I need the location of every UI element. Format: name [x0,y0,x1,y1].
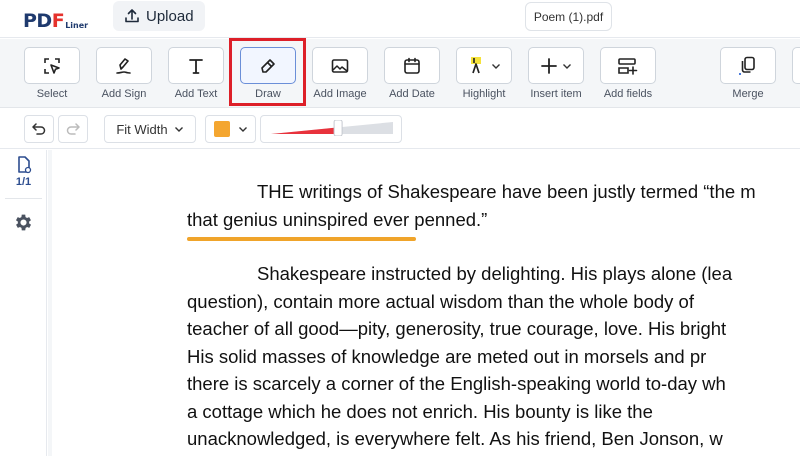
more-tool-button[interactable] [792,47,800,84]
secondary-toolbar: Fit Width [0,109,800,149]
highlight-tool-button[interactable]: Highlight [456,47,512,100]
pdf-page[interactable]: THE writings of Shakespeare have been ju… [52,150,800,456]
draw-tool-button[interactable]: Draw [240,47,296,100]
plus-icon [541,57,557,74]
add-image-tool-label: Add Image [313,88,367,100]
highlighter-icon [471,56,481,73]
thickness-slider[interactable] [271,120,393,136]
calendar-icon [404,57,420,74]
zoom-select[interactable]: Fit Width [104,115,196,143]
p1-line-2: that genius uninspired ever penned.” [187,208,488,230]
pencil-icon [261,58,275,73]
upload-label: Upload [146,7,194,25]
undo-icon [32,123,46,135]
sidebar-divider [5,198,42,199]
p2-line: His solid masses of knowledge are meted … [187,345,707,367]
left-sidebar: 1/1 [0,150,47,456]
merge-tool-button[interactable]: Merge [720,47,776,100]
pdfliner-logo[interactable]: PDF Liner [23,6,88,32]
image-icon [331,58,349,73]
p2-line: Shakespeare instructed by delighting. Hi… [257,263,733,284]
add-text-tool-label: Add Text [174,88,218,100]
add-sign-tool-label: Add Sign [101,88,147,100]
p2-line: unacknowledged, is everywhere felt. As h… [187,428,723,449]
add-sign-tool-button[interactable]: Add Sign [96,47,152,100]
add-date-tool-label: Add Date [389,88,435,100]
chevron-down-icon [563,63,571,69]
text-t-icon [189,58,203,74]
signature-pen-icon [116,57,131,74]
redo-icon [66,123,80,135]
document-tab[interactable]: Poem (1).pdf [525,2,612,31]
add-fields-tool-button[interactable]: Add fields [600,47,656,100]
main-toolbar: Select Add Sign Add Text Draw Add Image … [0,39,800,108]
insert-item-tool-label: Insert item [530,88,582,100]
top-bar: PDF Liner Upload Poem (1).pdf [0,0,800,38]
p1-line-1: THE writings of Shakespeare have been ju… [257,181,756,202]
p2-line: there is scarcely a corner of the Englis… [187,373,726,394]
drawn-highlight-stroke[interactable] [187,237,416,241]
logo-text-f: F [51,10,65,32]
page-indicator: 1/1 [15,176,32,188]
p2-line: question), contain more actual wisdom th… [187,290,694,312]
redo-button[interactable] [58,115,88,143]
highlight-tool-label: Highlight [462,88,506,100]
p2-line: a cottage which he does not enrich. His … [187,400,653,422]
chevron-down-icon [238,127,247,132]
upload-icon [125,9,139,23]
add-date-tool-button[interactable]: Add Date [384,47,440,100]
form-fields-icon [618,57,638,75]
draw-color-picker[interactable] [205,115,256,143]
color-swatch [213,121,230,137]
zoom-label: Fit Width [116,121,168,137]
page-thumbnails-button[interactable]: 1/1 [0,155,47,188]
paragraph-1: THE writings of Shakespeare have been ju… [187,178,756,233]
merge-files-icon [739,56,755,75]
page-file-icon [17,156,31,174]
add-image-tool-button[interactable]: Add Image [312,47,368,100]
document-viewport[interactable]: THE writings of Shakespeare have been ju… [48,150,800,456]
select-tool-label: Select [36,88,68,100]
upload-button[interactable]: Upload [113,1,205,31]
p2-line: teacher of all good—pity, generosity, tr… [187,318,727,339]
insert-item-tool-button[interactable]: Insert item [528,47,584,100]
draw-tool-label: Draw [255,88,281,100]
undo-button[interactable] [24,115,54,143]
chevron-down-icon [174,127,183,132]
add-fields-tool-label: Add fields [603,88,653,100]
slider-thumb[interactable] [333,120,343,136]
merge-tool-label: Merge [732,88,764,100]
select-tool-button[interactable]: Select [24,47,80,100]
chevron-down-icon [492,63,500,69]
paragraph-2: Shakespeare instructed by delighting. Hi… [187,260,732,453]
add-text-tool-button[interactable]: Add Text [168,47,224,100]
select-cursor-icon [44,57,60,74]
logo-text-liner: Liner [65,21,89,30]
gear-icon[interactable] [13,212,34,233]
logo-text-pd: PD [23,10,52,32]
